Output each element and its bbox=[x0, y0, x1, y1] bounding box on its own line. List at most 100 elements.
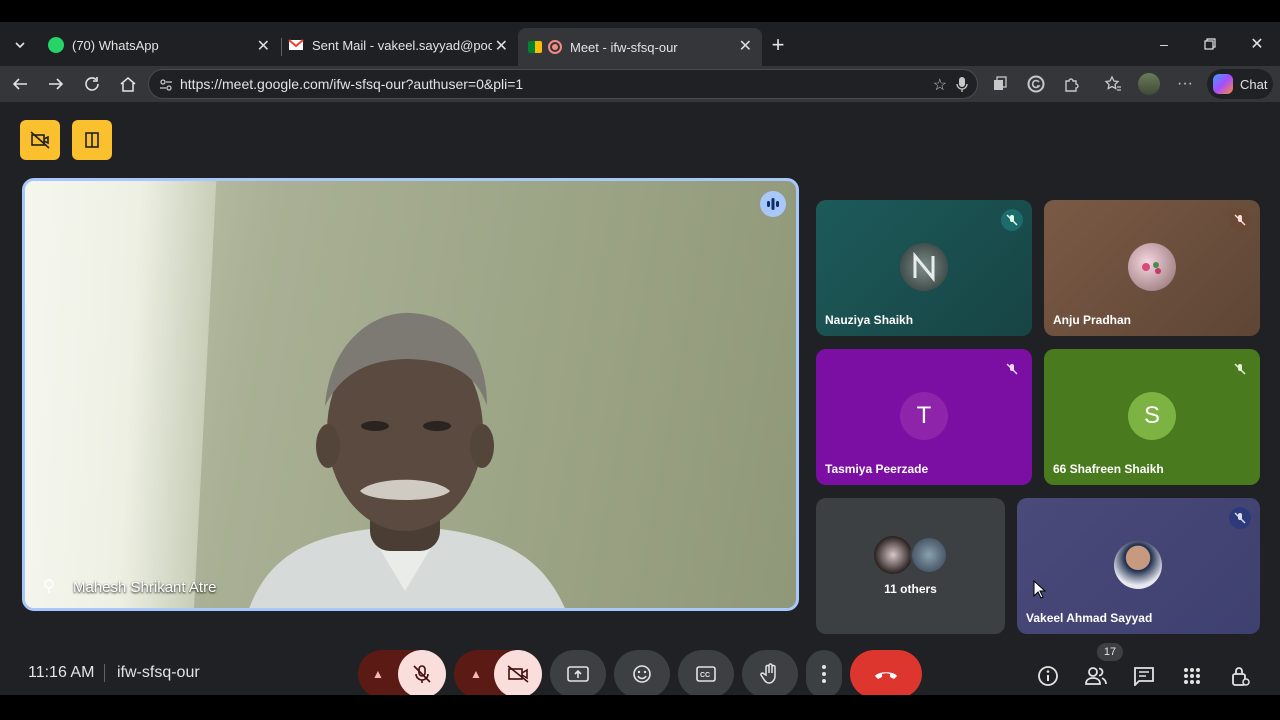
more-menu-icon[interactable]: ··· bbox=[1174, 73, 1196, 95]
chat-label: Chat bbox=[1240, 76, 1268, 92]
minimize-button[interactable]: – bbox=[1152, 34, 1176, 54]
lock-person-icon bbox=[1232, 667, 1250, 686]
leave-call-button[interactable] bbox=[850, 650, 922, 695]
speaker-name: Mahesh Shrikant Atre bbox=[73, 579, 217, 596]
clock: 11:16 AM bbox=[28, 664, 95, 681]
participant-tile[interactable]: Anju Pradhan bbox=[1044, 200, 1260, 336]
mic-off-icon bbox=[413, 665, 431, 683]
mic-off-icon bbox=[1229, 358, 1251, 380]
copilot-chat-button[interactable]: Chat bbox=[1207, 69, 1273, 99]
avatar-initial: S bbox=[1143, 402, 1160, 429]
avatar: T bbox=[900, 392, 948, 440]
arrow-right-icon bbox=[49, 78, 64, 90]
whatsapp-icon bbox=[48, 37, 64, 53]
present-screen-icon bbox=[567, 666, 589, 682]
activities-button[interactable] bbox=[1178, 662, 1206, 690]
home-icon bbox=[120, 77, 136, 92]
star-icon[interactable]: ☆ bbox=[933, 75, 947, 95]
tab-gmail[interactable]: Sent Mail - vakeel.sayyad@poonawallafinc… bbox=[280, 28, 518, 62]
speaking-indicator bbox=[760, 191, 786, 217]
tab-strip: (70) WhatsApp ✕ Sent Mail - vakeel.sayya… bbox=[0, 22, 1280, 66]
captions-button[interactable]: CC bbox=[678, 650, 734, 695]
video-off-grid-icon bbox=[30, 131, 50, 149]
close-icon[interactable]: ✕ bbox=[495, 36, 508, 56]
camera-off-icon bbox=[507, 665, 529, 683]
mic-toggle-button[interactable] bbox=[398, 650, 446, 695]
copilot-icon bbox=[1213, 74, 1233, 94]
participant-name: Vakeel Ahmad Sayyad bbox=[1026, 611, 1153, 625]
back-button[interactable] bbox=[8, 72, 32, 96]
site-info-icon[interactable] bbox=[159, 78, 173, 92]
door-icon bbox=[85, 132, 99, 148]
letterbox-top bbox=[0, 0, 1280, 22]
participant-count-badge: 17 bbox=[1097, 643, 1123, 661]
reactions-button[interactable] bbox=[614, 650, 670, 695]
microphone-icon[interactable] bbox=[955, 76, 969, 94]
avatar bbox=[1114, 541, 1162, 589]
restore-icon bbox=[1204, 38, 1216, 50]
pin-icon bbox=[44, 579, 54, 593]
svg-text:CC: CC bbox=[700, 672, 710, 679]
participant-tile[interactable]: T Tasmiya Peerzade bbox=[816, 349, 1032, 485]
participant-name: Anju Pradhan bbox=[1053, 313, 1132, 327]
audio-bars-icon bbox=[767, 198, 779, 210]
close-window-button[interactable]: ✕ bbox=[1245, 34, 1269, 54]
hang-up-icon bbox=[875, 672, 897, 679]
restore-button[interactable] bbox=[1198, 34, 1222, 54]
extension-copy-icon[interactable] bbox=[989, 73, 1011, 95]
avatar bbox=[874, 536, 912, 574]
grammarly-icon[interactable] bbox=[1025, 73, 1047, 95]
favorites-icon[interactable] bbox=[1102, 73, 1124, 95]
raise-hand-button[interactable] bbox=[742, 650, 798, 695]
captions-icon: CC bbox=[696, 666, 716, 682]
main-speaker-tile[interactable]: Mahesh Shrikant Atre bbox=[22, 178, 799, 611]
tab-search-button[interactable] bbox=[6, 32, 34, 58]
chat-button[interactable] bbox=[1130, 662, 1158, 690]
address-bar[interactable]: https://meet.google.com/ifw-sfsq-our?aut… bbox=[148, 69, 978, 99]
participant-name: 66 Shafreen Shaikh bbox=[1053, 462, 1164, 476]
gmail-icon bbox=[288, 39, 304, 50]
tab-title: Sent Mail - vakeel.sayyad@poonawallafinc… bbox=[312, 37, 492, 53]
browser-window: (70) WhatsApp ✕ Sent Mail - vakeel.sayya… bbox=[0, 22, 1280, 695]
reload-button[interactable] bbox=[80, 72, 104, 96]
forward-button[interactable] bbox=[44, 72, 68, 96]
home-button[interactable] bbox=[116, 72, 140, 96]
meeting-code: ifw-sfsq-our bbox=[104, 664, 200, 682]
tab-title: (70) WhatsApp bbox=[72, 37, 159, 53]
layout-button[interactable] bbox=[72, 120, 112, 160]
profile-avatar[interactable] bbox=[1138, 73, 1160, 95]
more-vertical-icon bbox=[822, 665, 826, 683]
camera-toggle-button[interactable] bbox=[494, 650, 542, 695]
tab-whatsapp[interactable]: (70) WhatsApp ✕ bbox=[40, 28, 280, 62]
people-button[interactable] bbox=[1082, 662, 1110, 690]
tab-title: Meet - ifw-sfsq-our bbox=[570, 39, 678, 55]
present-button[interactable] bbox=[550, 650, 606, 695]
hide-self-view-button[interactable] bbox=[20, 120, 60, 160]
mouse-cursor-icon bbox=[1033, 580, 1047, 599]
new-tab-button[interactable]: + bbox=[765, 32, 791, 58]
close-icon[interactable]: ✕ bbox=[257, 36, 270, 56]
participant-tile[interactable]: S 66 Shafreen Shaikh bbox=[1044, 349, 1260, 485]
audio-options-button[interactable]: ▲ bbox=[358, 667, 398, 681]
participant-tile[interactable]: Nauziya Shaikh bbox=[816, 200, 1032, 336]
apps-grid-icon bbox=[1184, 668, 1200, 684]
avatar: S bbox=[1128, 392, 1176, 440]
extensions-puzzle-icon[interactable] bbox=[1061, 73, 1083, 95]
self-tile[interactable]: Vakeel Ahmad Sayyad bbox=[1017, 498, 1260, 634]
more-options-button[interactable] bbox=[806, 650, 842, 695]
mic-off-icon bbox=[1001, 209, 1023, 231]
tab-meet[interactable]: Meet - ifw-sfsq-our ✕ bbox=[518, 28, 762, 66]
info-icon bbox=[1038, 666, 1058, 686]
meet-icon bbox=[528, 41, 542, 53]
people-icon bbox=[1085, 667, 1107, 685]
arrow-left-icon bbox=[12, 78, 27, 90]
close-icon[interactable]: ✕ bbox=[739, 36, 752, 56]
participant-name: Nauziya Shaikh bbox=[825, 313, 914, 327]
others-tile[interactable]: 11 others bbox=[816, 498, 1005, 634]
avatar bbox=[910, 536, 948, 574]
window-light bbox=[25, 181, 217, 608]
host-controls-button[interactable] bbox=[1226, 662, 1254, 690]
letterbox-bottom bbox=[0, 695, 1280, 720]
meeting-details-button[interactable] bbox=[1034, 662, 1062, 690]
video-options-button[interactable]: ▲ bbox=[454, 667, 498, 681]
